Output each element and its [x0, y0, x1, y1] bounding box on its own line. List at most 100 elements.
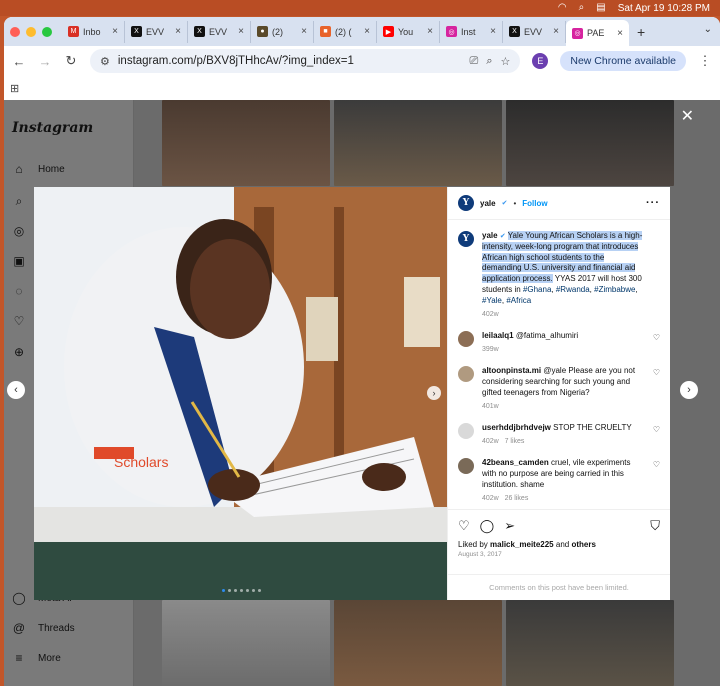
comment-text: STOP THE CRUELTY: [553, 423, 632, 433]
profile-avatar[interactable]: E: [532, 53, 549, 69]
comment-item: altoonpinsta.mi @yale Please are you not…: [458, 366, 660, 411]
post-username[interactable]: yale: [480, 199, 496, 208]
tab-6[interactable]: ◎ Inst ×: [440, 20, 503, 43]
tab-8[interactable]: ◎ PAE ×: [566, 20, 629, 46]
tab-close-icon[interactable]: ×: [553, 26, 559, 37]
sidebar-item-threads[interactable]: @ Threads: [12, 621, 75, 635]
apps-grid-icon[interactable]: ⊞: [10, 82, 19, 95]
grid-photo-scholars[interactable]: [162, 600, 330, 686]
grid-photo-reading[interactable]: [334, 600, 502, 686]
window-controls: [10, 26, 52, 37]
post-modal: Scholars › Y yale ✔ • Follow ··· Y yale …: [34, 187, 670, 600]
x-icon: X: [509, 26, 520, 37]
close-modal-icon[interactable]: ✕: [681, 106, 694, 126]
comment-username[interactable]: altoonpinsta.mi: [482, 366, 541, 375]
minimize-window-button[interactable]: [26, 26, 36, 37]
grid-photo-person[interactable]: [506, 100, 674, 186]
tab-close-icon[interactable]: ×: [490, 26, 496, 37]
tab-1[interactable]: X EVV ×: [125, 20, 188, 43]
commenter-avatar[interactable]: [458, 458, 474, 475]
back-button[interactable]: ←: [12, 54, 26, 69]
new-tab-button[interactable]: +: [629, 24, 653, 40]
site-info-icon[interactable]: ⚙: [100, 55, 110, 68]
tab-close-icon[interactable]: ×: [364, 26, 370, 37]
comment-likes[interactable]: 26 likes: [505, 495, 529, 502]
forward-button[interactable]: →: [38, 54, 52, 69]
tab-close-icon[interactable]: ×: [301, 26, 307, 37]
comment-item: userhddjbrhdvejw STOP THE CRUELTY 402w 7 …: [458, 423, 660, 446]
sidebar-item-0[interactable]: ⌂ Home: [12, 162, 64, 176]
tab-close-icon[interactable]: ×: [617, 28, 623, 39]
hashtag-link[interactable]: #Ghana: [523, 285, 551, 294]
comment-icon[interactable]: ◯: [480, 518, 495, 536]
save-bookmark-icon[interactable]: ⛉: [650, 518, 660, 534]
hashtag-link[interactable]: #Rwanda: [556, 285, 590, 294]
follow-button[interactable]: Follow: [522, 199, 547, 208]
liked-by-user[interactable]: malick_meite225: [490, 540, 554, 549]
search-icon[interactable]: ⌕: [579, 0, 585, 16]
grid-photo-bulldog[interactable]: [334, 100, 502, 186]
bookmark-star-icon[interactable]: ☆: [500, 55, 510, 68]
tab-label: EVV: [209, 26, 228, 37]
comments-list: Y yale ✔ Yale Young African Scholars is …: [448, 221, 670, 508]
commenter-avatar[interactable]: [458, 366, 474, 383]
tab-close-icon[interactable]: ×: [175, 26, 181, 37]
next-post-arrow-icon[interactable]: ›: [680, 381, 698, 399]
url-text[interactable]: instagram.com/p/BXV8jTHhcAv/?img_index=1: [118, 55, 462, 67]
comment-username[interactable]: leilaalq1: [482, 331, 514, 340]
tab-close-icon[interactable]: ×: [427, 26, 433, 37]
tab-4[interactable]: ■ (2) (×: [314, 20, 377, 43]
share-icon[interactable]: ➢: [504, 518, 515, 536]
yale-avatar[interactable]: Y: [458, 195, 474, 211]
install-app-icon[interactable]: ⎚: [470, 55, 479, 68]
grid-photo-crowd[interactable]: [162, 100, 330, 186]
comment-username[interactable]: 42beans_camden: [482, 458, 549, 467]
instagram-page: Instagram ⌂Home⌕◎▣◌♡⊕ ◯Meta AI@Threads≡M…: [4, 100, 720, 686]
tab-close-icon[interactable]: ×: [238, 26, 244, 37]
tab-2[interactable]: X EVV ×: [188, 20, 251, 43]
tab-search-chevron-icon[interactable]: ⌄: [704, 24, 712, 35]
hashtag-link[interactable]: #Africa: [506, 296, 531, 305]
next-image-arrow-icon[interactable]: ›: [427, 386, 441, 400]
tab-close-icon[interactable]: ×: [112, 26, 118, 37]
hashtag-link[interactable]: #Yale: [482, 296, 502, 305]
post-photo[interactable]: Scholars ›: [34, 187, 447, 600]
address-bar[interactable]: ⚙ instagram.com/p/BXV8jTHhcAv/?img_index…: [90, 49, 521, 73]
zoom-icon[interactable]: ⌕: [486, 55, 492, 68]
caption-avatar[interactable]: Y: [458, 231, 474, 247]
post-sidebar: Y yale ✔ • Follow ··· Y yale ✔ Yale Youn…: [447, 187, 670, 600]
instagram-logo[interactable]: Instagram: [12, 120, 93, 136]
more-options-icon[interactable]: ···: [646, 197, 660, 209]
tab-7[interactable]: X EVV ×: [503, 20, 566, 43]
reload-button[interactable]: ↻: [64, 53, 78, 69]
commenter-avatar[interactable]: [458, 423, 474, 440]
comment-likes[interactable]: 7 likes: [505, 438, 525, 445]
commenter-avatar[interactable]: [458, 331, 474, 348]
grid-photo-study[interactable]: [506, 600, 674, 686]
tab-5[interactable]: ▶ You ×: [377, 20, 440, 43]
comment-like-heart-icon[interactable]: ♡: [653, 333, 660, 342]
close-window-button[interactable]: [10, 26, 20, 37]
comment-username[interactable]: userhddjbrhdvejw: [482, 423, 551, 432]
wifi-icon[interactable]: ◠: [558, 0, 567, 16]
student-photo-illustration: Scholars: [34, 187, 447, 600]
caption: Y yale ✔ Yale Young African Scholars is …: [458, 231, 660, 319]
tab-0[interactable]: M Inbo ×: [62, 20, 125, 43]
create-icon: ⊕: [13, 345, 25, 359]
caption-username[interactable]: yale: [482, 231, 498, 240]
comment-like-heart-icon[interactable]: ♡: [653, 368, 660, 377]
clock[interactable]: Sat Apr 19 10:28 PM: [618, 3, 710, 14]
post-actions: ♡ ◯ ➢ ⛉ Liked by malick_meite225 and oth…: [448, 509, 670, 558]
new-chrome-available-button[interactable]: New Chrome available: [560, 51, 686, 71]
liked-by-others[interactable]: others: [571, 540, 595, 549]
like-heart-icon[interactable]: ♡: [458, 518, 470, 536]
previous-post-arrow-icon[interactable]: ‹: [7, 381, 25, 399]
control-center-icon[interactable]: ▤: [596, 0, 605, 16]
comment-like-heart-icon[interactable]: ♡: [653, 460, 660, 469]
zoom-window-button[interactable]: [42, 26, 52, 37]
hashtag-link[interactable]: #Zimbabwe: [594, 285, 635, 294]
more-menu-icon[interactable]: ⋮: [698, 53, 712, 69]
sidebar-item-menu[interactable]: ≡ More: [12, 651, 60, 665]
tab-3[interactable]: ● (2) ×: [251, 20, 314, 43]
comment-like-heart-icon[interactable]: ♡: [653, 425, 660, 434]
